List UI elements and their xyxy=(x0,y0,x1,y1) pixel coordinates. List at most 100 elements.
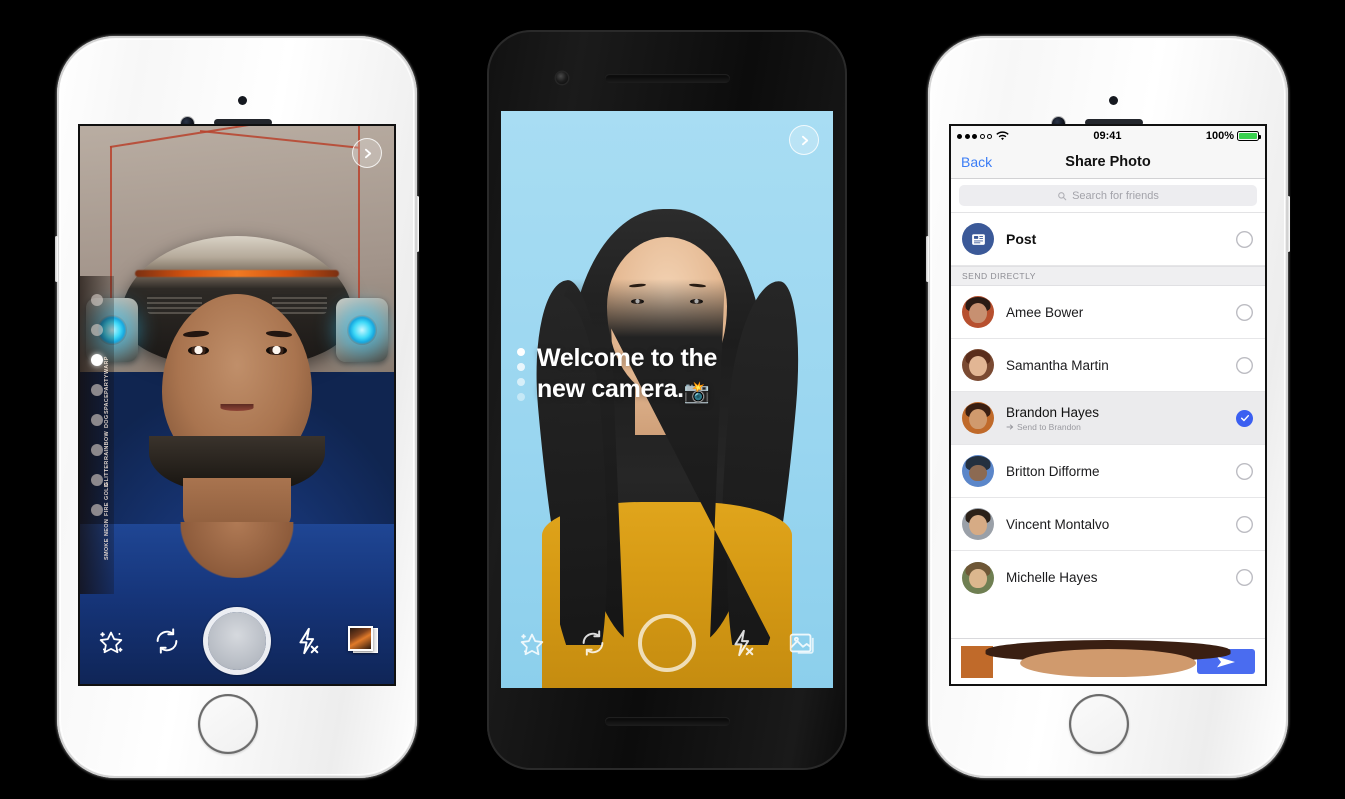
search-input[interactable]: Search for friends xyxy=(959,185,1257,206)
effects-carousel[interactable]: WARP PARTY SPACE DOG RAINBOW GLITTER GOL… xyxy=(80,276,114,594)
chevron-right-icon xyxy=(801,135,808,145)
effect-dot[interactable] xyxy=(91,324,103,336)
flash-button[interactable] xyxy=(727,628,757,658)
screen-share-photo[interactable]: 09:41 100% Back Share Photo Search for f… xyxy=(949,124,1267,686)
effect-label: SMOKE xyxy=(104,538,110,560)
device-android-center: Welcome to the new camera.📸 xyxy=(484,27,850,773)
effect-dot[interactable] xyxy=(91,414,103,426)
iphone-left-button-power[interactable] xyxy=(416,196,419,252)
shutter-button[interactable] xyxy=(208,612,266,670)
contact-radio[interactable] xyxy=(1236,463,1253,480)
magic-star-icon xyxy=(99,631,123,654)
iphone-right-button-volume[interactable] xyxy=(926,236,929,282)
effect-dot[interactable] xyxy=(91,474,103,486)
proximity-sensor xyxy=(238,96,247,105)
flash-button[interactable] xyxy=(292,626,322,656)
effect-dot[interactable] xyxy=(91,294,103,306)
post-radio[interactable] xyxy=(1236,231,1253,248)
contact-radio[interactable] xyxy=(1236,304,1253,321)
post-label: Post xyxy=(1006,231,1037,247)
table-row-selected[interactable]: Brandon Hayes Send to Brandon xyxy=(951,392,1265,445)
table-row[interactable]: Samantha Martin xyxy=(951,339,1265,392)
contact-name: Brandon Hayes xyxy=(1006,404,1100,420)
contact-name-wrap: Brandon Hayes Send to Brandon xyxy=(1006,405,1236,432)
camera-emoji: 📸 xyxy=(683,380,710,404)
post-row[interactable]: Post xyxy=(951,213,1265,266)
contact-radio[interactable] xyxy=(1236,569,1253,586)
home-button[interactable] xyxy=(198,694,258,754)
headline-line-2-wrap: new camera.📸 xyxy=(537,374,717,406)
iphone-right-button-power[interactable] xyxy=(1287,196,1290,252)
contact-radio[interactable] xyxy=(1236,516,1253,533)
contact-list: Amee Bower Samantha Martin Brandon Hayes… xyxy=(951,286,1265,604)
bottom-speaker xyxy=(605,717,730,726)
arrow-send-icon xyxy=(1006,424,1014,429)
table-row[interactable]: Vincent Montalvo xyxy=(951,498,1265,551)
headline-line-2: new camera. xyxy=(537,374,684,403)
table-row[interactable]: Michelle Hayes xyxy=(951,551,1265,604)
effects-button[interactable] xyxy=(517,628,547,658)
chevron-right-icon xyxy=(364,148,371,158)
status-left xyxy=(957,131,1009,141)
avatar xyxy=(962,455,994,487)
shirt-neckline xyxy=(180,522,294,578)
effect-dot-active[interactable] xyxy=(91,354,103,366)
search-icon xyxy=(1058,191,1067,200)
contact-name: Vincent Montalvo xyxy=(1006,516,1110,532)
table-row[interactable]: Britton Difforme xyxy=(951,445,1265,498)
effect-dot[interactable] xyxy=(91,384,103,396)
shutter-button[interactable] xyxy=(638,614,696,672)
page-title: Share Photo xyxy=(1065,154,1151,170)
pager-dot xyxy=(517,363,525,371)
contact-radio-selected[interactable] xyxy=(1236,409,1253,427)
screen-ar-camera[interactable]: WARP PARTY SPACE DOG RAINBOW GLITTER GOL… xyxy=(78,124,396,686)
avatar xyxy=(962,508,994,540)
contact-name: Samantha Martin xyxy=(1006,357,1109,373)
contact-subtitle-text: Send to Brandon xyxy=(1017,421,1081,432)
headline-line-1: Welcome to the xyxy=(537,344,718,372)
flip-camera-button[interactable] xyxy=(152,626,182,656)
effect-dot[interactable] xyxy=(91,504,103,516)
navigation-bar: Back Share Photo xyxy=(951,146,1265,179)
welcome-headline: Welcome to the new camera.📸 xyxy=(537,343,717,405)
earpiece-speaker xyxy=(605,74,730,83)
flip-camera-icon xyxy=(156,628,178,654)
status-time: 09:41 xyxy=(1093,130,1122,142)
device-iphone-right: 09:41 100% Back Share Photo Search for f… xyxy=(926,36,1290,778)
flip-camera-icon xyxy=(582,630,603,656)
flash-off-icon xyxy=(299,627,319,655)
next-button[interactable] xyxy=(789,125,819,155)
wifi-icon xyxy=(996,131,1009,141)
table-row[interactable]: Amee Bower xyxy=(951,286,1265,339)
pager-dot xyxy=(517,378,525,386)
section-header: SEND DIRECTLY xyxy=(951,266,1265,286)
effects-button[interactable] xyxy=(96,626,126,656)
news-feed-icon xyxy=(962,223,994,255)
avatar xyxy=(962,349,994,381)
battery-percent: 100% xyxy=(1205,130,1234,142)
contact-radio[interactable] xyxy=(1236,357,1253,374)
screen-camera-welcome[interactable]: Welcome to the new camera.📸 xyxy=(501,111,833,688)
iphone-left-button-volume[interactable] xyxy=(55,236,58,282)
next-button[interactable] xyxy=(352,138,382,168)
gallery-button[interactable] xyxy=(787,628,817,658)
photo-stack-front xyxy=(348,626,373,651)
battery-icon xyxy=(1237,131,1261,141)
composer-avatar[interactable] xyxy=(961,639,1231,678)
front-camera xyxy=(556,72,568,84)
eyebrow-right xyxy=(265,330,292,338)
photo-frame-icon xyxy=(789,633,814,654)
home-button[interactable] xyxy=(1069,694,1129,754)
screenshot-stage: WARP PARTY SPACE DOG RAINBOW GLITTER GOL… xyxy=(0,0,1345,799)
flip-camera-button[interactable] xyxy=(578,628,608,658)
mouth xyxy=(220,404,254,411)
gallery-button[interactable] xyxy=(348,626,378,656)
pager-dot xyxy=(517,393,525,401)
avatar xyxy=(962,402,994,434)
camera-toolbar xyxy=(80,612,394,670)
status-bar: 09:41 100% xyxy=(951,126,1265,146)
back-button[interactable]: Back xyxy=(951,154,992,170)
effect-dot[interactable] xyxy=(91,444,103,456)
eyebrow-left xyxy=(182,330,209,338)
camera-toolbar xyxy=(501,614,833,672)
